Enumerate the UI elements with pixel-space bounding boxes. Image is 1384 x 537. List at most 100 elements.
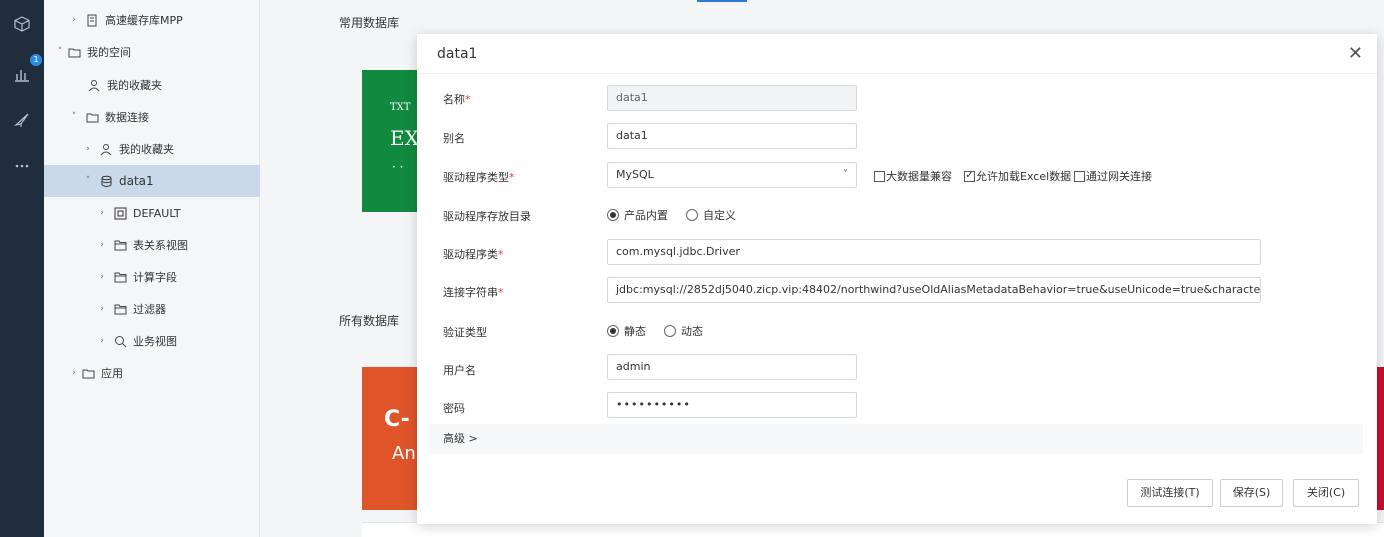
bigdata-checkbox[interactable]: 大数据量兼容 (874, 168, 952, 184)
name-label: 名称* (443, 93, 471, 106)
user-star-icon (98, 143, 114, 156)
test-connection-button[interactable]: 测试连接(T) (1127, 479, 1213, 507)
bar-chart-icon[interactable] (10, 62, 34, 86)
driver-type-label: 驱动程序类型* (443, 171, 515, 184)
user-star-icon (86, 79, 102, 92)
radio-dynamic[interactable] (664, 325, 676, 337)
checkbox-unchecked-icon (874, 170, 885, 182)
tree-item-apps[interactable]: › 应用 (68, 357, 123, 389)
data-connection-dialog: data1 ✕ 名称* data1 别名 data1 驱动程序类型* MySQL… (417, 34, 1377, 524)
password-label: 密码 (443, 402, 465, 415)
radio-label: 自定义 (703, 209, 736, 222)
chevron-right-icon[interactable]: › (96, 336, 108, 346)
advanced-toggle[interactable]: 高级 > (429, 424, 1363, 454)
chevron-right-icon[interactable]: › (96, 240, 108, 250)
folder-icon (112, 303, 128, 316)
excel-db-card[interactable]: TXT EX · · (362, 70, 422, 212)
tree-item-label: DEFAULT (133, 206, 181, 220)
checkbox-label: 允许加载Excel数据 (976, 170, 1072, 183)
folder-icon (112, 239, 128, 252)
tree-item-label: 过滤器 (133, 303, 166, 316)
card-text: TXT (390, 102, 411, 113)
resource-tree: › 高速缓存库MPP ˅ 我的空间 我的收藏夹 ˅ 数据连接 › 我的收藏夹 ˅… (44, 0, 260, 537)
folder-user-icon (66, 46, 82, 59)
alias-input[interactable]: data1 (607, 123, 857, 149)
folder-icon (84, 111, 100, 124)
checkbox-unchecked-icon (1074, 170, 1085, 182)
checkbox-checked-icon: ✓ (964, 170, 975, 182)
active-tab-indicator (697, 0, 747, 2)
name-input[interactable]: data1 (607, 85, 857, 111)
driver-dir-label: 驱动程序存放目录 (443, 210, 531, 223)
card-labels-strip (362, 522, 1384, 537)
tree-item-favorites-2[interactable]: › 我的收藏夹 (82, 133, 174, 165)
chevron-down-icon[interactable]: ˅ (82, 176, 94, 186)
schema-icon (112, 207, 128, 220)
username-label: 用户名 (443, 364, 476, 377)
driver-type-value: MySQL (616, 168, 654, 181)
driver-class-label: 驱动程序类* (443, 248, 504, 261)
driver-dir-radio-group: 产品内置 自定义 (607, 207, 754, 223)
chevron-down-icon[interactable]: ˅ (68, 112, 80, 122)
save-button[interactable]: 保存(S) (1220, 479, 1283, 507)
tree-item-label: 业务视图 (133, 335, 177, 348)
checkbox-label: 大数据量兼容 (886, 170, 952, 183)
chevron-right-icon[interactable]: › (96, 208, 108, 218)
dialog-header: data1 ✕ (417, 34, 1377, 74)
chevron-right-icon[interactable]: › (68, 15, 80, 25)
auth-type-label: 验证类型 (443, 326, 487, 339)
radio-label: 产品内置 (624, 209, 668, 222)
driver-class-input[interactable]: com.mysql.jdbc.Driver (607, 239, 1261, 265)
tree-item-data-connections[interactable]: ˅ 数据连接 (68, 101, 149, 133)
tree-item-label: 数据连接 (105, 111, 149, 124)
analyticdb-card[interactable]: C- An (362, 367, 422, 510)
tree-item-my-space[interactable]: ˅ 我的空间 (54, 36, 131, 68)
card-text: EX (390, 126, 419, 150)
left-rail: 1 (0, 0, 44, 537)
tree-item-filters[interactable]: › 过滤器 (96, 293, 166, 325)
tree-item-label: 我的收藏夹 (119, 143, 174, 156)
chevron-right-icon[interactable]: › (82, 144, 94, 154)
tree-item-data1[interactable]: ˅ data1 (44, 165, 260, 197)
search-icon (112, 335, 128, 348)
all-db-title: 所有数据库 (339, 314, 400, 328)
tree-item-mpp[interactable]: › 高速缓存库MPP (68, 4, 183, 36)
chevron-right-icon[interactable]: › (68, 368, 80, 378)
close-button[interactable]: 关闭(C) (1293, 479, 1359, 507)
notification-badge: 1 (30, 54, 42, 66)
cube-icon[interactable] (10, 12, 34, 36)
radio-builtin[interactable] (607, 209, 619, 221)
radio-custom[interactable] (686, 209, 698, 221)
tree-item-label: 我的收藏夹 (107, 79, 162, 92)
chevron-right-icon[interactable]: › (96, 272, 108, 282)
folder-user-icon (80, 367, 96, 380)
tree-item-favorites[interactable]: 我的收藏夹 (82, 69, 162, 101)
more-icon[interactable] (10, 154, 34, 178)
tree-item-label: 我的空间 (87, 46, 131, 59)
chevron-right-icon[interactable]: › (96, 304, 108, 314)
excel-checkbox[interactable]: ✓ 允许加载Excel数据 (964, 168, 1071, 184)
conn-string-label: 连接字符串* (443, 286, 504, 299)
username-input[interactable]: admin (607, 354, 857, 380)
card-text: · · (392, 160, 404, 174)
tree-item-business-view[interactable]: › 业务视图 (96, 325, 177, 357)
tree-item-label: 表关系视图 (133, 239, 188, 252)
radio-label: 静态 (624, 325, 646, 338)
password-input[interactable]: •••••••••• (607, 392, 857, 418)
send-icon[interactable] (10, 108, 34, 132)
tree-item-relation-view[interactable]: › 表关系视图 (96, 229, 188, 261)
chevron-down-icon[interactable]: ˅ (54, 47, 66, 57)
tree-item-label: 计算字段 (133, 271, 177, 284)
card-text: C- (384, 407, 410, 432)
gateway-checkbox[interactable]: 通过网关连接 (1074, 168, 1152, 184)
conn-string-input[interactable]: jdbc:mysql://2852dj5040.zicp.vip:48402/n… (607, 277, 1261, 303)
close-icon[interactable]: ✕ (1348, 43, 1363, 64)
alias-label: 别名 (443, 132, 465, 145)
tree-item-default[interactable]: › DEFAULT (96, 197, 181, 229)
chevron-down-icon: ˅ (843, 169, 848, 180)
common-db-title: 常用数据库 (339, 16, 400, 30)
driver-type-select[interactable]: MySQL ˅ (607, 162, 857, 188)
checkbox-label: 通过网关连接 (1086, 170, 1152, 183)
radio-static[interactable] (607, 325, 619, 337)
tree-item-calc-fields[interactable]: › 计算字段 (96, 261, 177, 293)
